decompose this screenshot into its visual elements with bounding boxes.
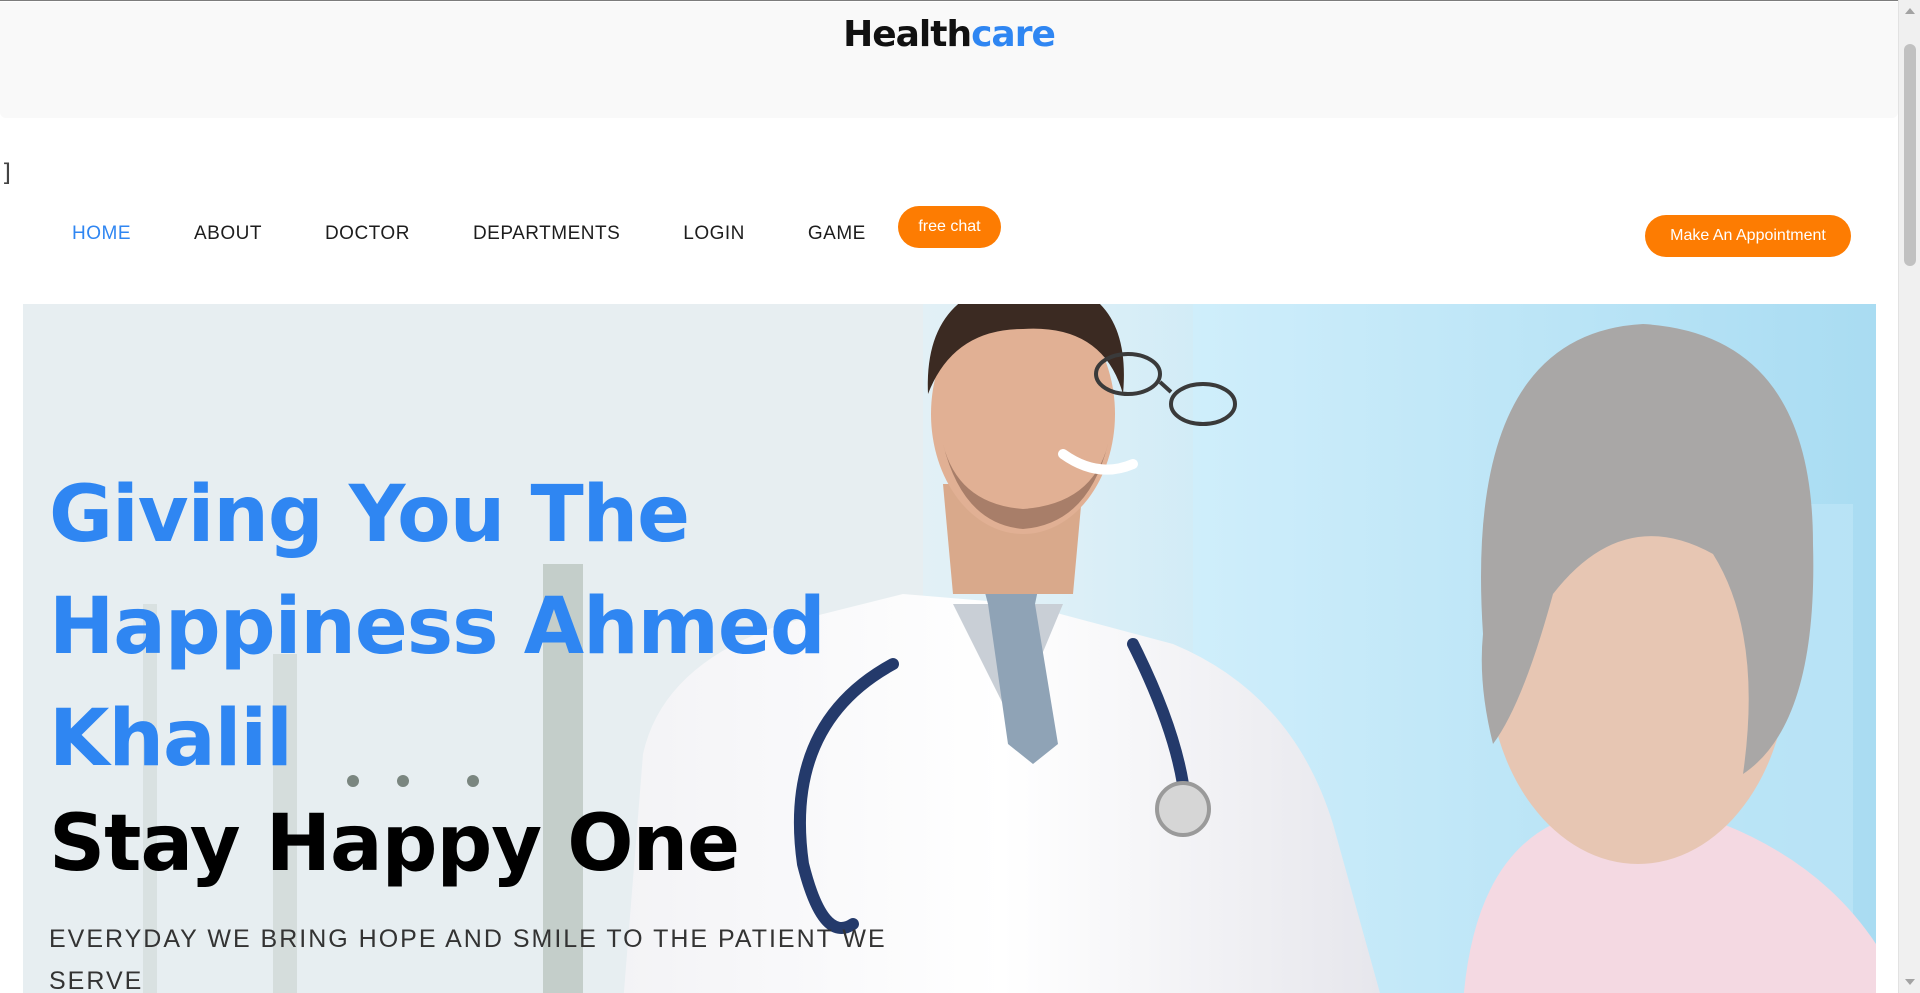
nav-item-game[interactable]: GAME bbox=[808, 223, 866, 245]
doctor-glasses-bridge bbox=[1158, 380, 1173, 394]
brand-logo[interactable]: Healthcare bbox=[0, 14, 1898, 55]
main-nav: HOME ABOUT DOCTOR DEPARTMENTS LOGIN GAME bbox=[72, 219, 929, 249]
brand-logo-care: care bbox=[971, 14, 1056, 55]
hero-title: Giving You The Happiness Ahmed Khalil bbox=[49, 470, 826, 784]
free-chat-button[interactable]: free chat bbox=[898, 206, 1001, 248]
stray-bracket-text: ] bbox=[0, 159, 15, 187]
scroll-down-arrow-icon[interactable] bbox=[1905, 979, 1915, 985]
nav-item-about[interactable]: ABOUT bbox=[194, 223, 262, 245]
hero-banner: Giving You The Happiness Ahmed Khalil St… bbox=[23, 304, 1876, 993]
nav-item-home[interactable]: HOME bbox=[72, 223, 131, 245]
header-brand-band: Healthcare bbox=[0, 2, 1898, 118]
stethoscope-chestpiece bbox=[1155, 781, 1211, 837]
hero-tagline: EVERYDAY WE BRING HOPE AND SMILE TO THE … bbox=[49, 925, 887, 993]
scroll-thumb[interactable] bbox=[1904, 44, 1916, 266]
nav-item-departments[interactable]: DEPARTMENTS bbox=[473, 223, 620, 245]
hero-subtitle: Stay Happy One bbox=[49, 799, 740, 889]
scroll-up-arrow-icon[interactable] bbox=[1905, 8, 1915, 14]
page-scrollbar[interactable] bbox=[1898, 0, 1920, 993]
nav-item-login[interactable]: LOGIN bbox=[683, 223, 745, 245]
make-appointment-button[interactable]: Make An Appointment bbox=[1645, 215, 1851, 257]
nav-item-doctor[interactable]: DOCTOR bbox=[325, 223, 410, 245]
brand-logo-health: Health bbox=[843, 14, 972, 55]
page-viewport: Healthcare ] HOME ABOUT DOCTOR DEPARTMEN… bbox=[0, 0, 1898, 993]
